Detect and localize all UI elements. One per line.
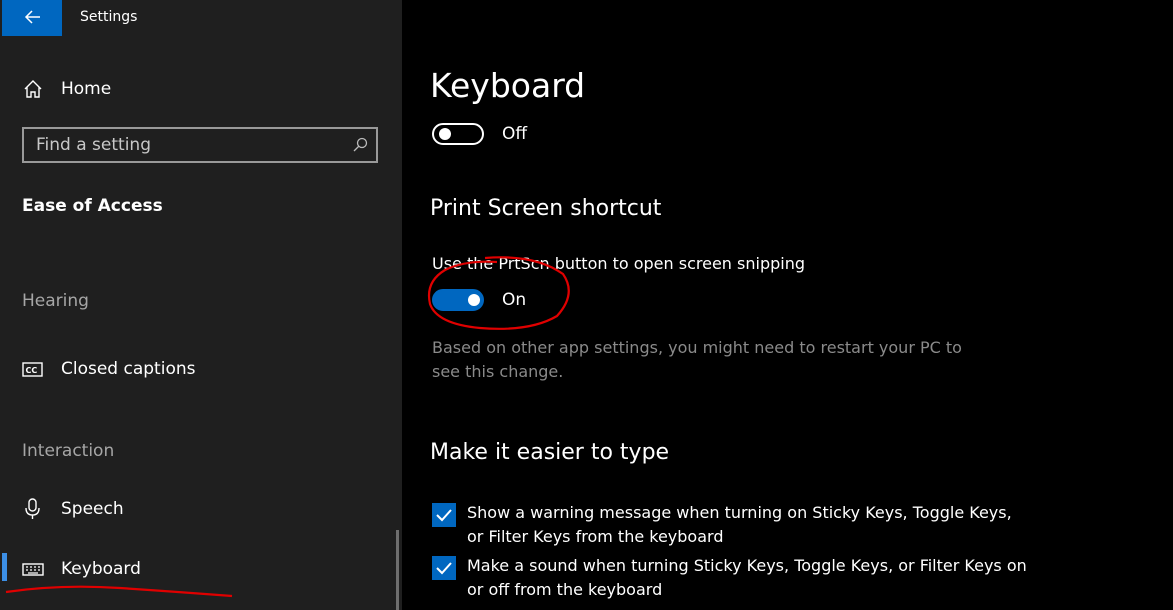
- window-title: Settings: [80, 9, 138, 25]
- print-screen-description: Use the PrtScn button to open screen sni…: [432, 254, 805, 273]
- keyboard-icon: [22, 558, 44, 580]
- restart-note: Based on other app settings, you might n…: [432, 338, 962, 381]
- print-screen-heading: Print Screen shortcut: [430, 196, 662, 221]
- sound-checkbox[interactable]: [432, 556, 456, 580]
- search-icon[interactable]: [352, 137, 368, 157]
- sidebar-scrollbar[interactable]: [396, 530, 399, 610]
- print-screen-toggle-state: On: [502, 290, 527, 310]
- microphone-icon: [22, 498, 44, 520]
- keyboard-toggle[interactable]: [432, 123, 484, 145]
- checkmark-icon: [436, 562, 452, 575]
- page-title: Keyboard: [430, 66, 586, 105]
- sidebar-item-label: Speech: [61, 499, 124, 519]
- sidebar-item-speech[interactable]: Speech: [0, 489, 398, 529]
- closed-captions-icon: CC: [22, 358, 44, 380]
- warning-message-label: Show a warning message when turning on S…: [467, 503, 1012, 546]
- sidebar-item-home[interactable]: Home: [0, 69, 398, 109]
- print-screen-toggle[interactable]: [432, 289, 484, 311]
- back-button[interactable]: [2, 0, 62, 36]
- search-input[interactable]: [36, 135, 336, 155]
- title-bar: Settings: [0, 0, 402, 36]
- group-label-hearing: Hearing: [22, 291, 89, 311]
- keyboard-toggle-state: Off: [502, 124, 528, 144]
- toggle-knob: [439, 128, 451, 140]
- search-field[interactable]: [22, 127, 378, 163]
- home-icon: [22, 78, 44, 100]
- sidebar-item-label: Keyboard: [61, 559, 141, 579]
- settings-content: Keyboard Off Print Screen shortcut Use t…: [402, 0, 1173, 610]
- settings-sidebar: Settings Home Ease of Access Hearing CC …: [0, 0, 402, 610]
- group-label-interaction: Interaction: [22, 441, 115, 461]
- warning-message-checkbox[interactable]: [432, 503, 456, 527]
- checkmark-icon: [436, 509, 452, 522]
- sidebar-item-closed-captions[interactable]: CC Closed captions: [0, 349, 398, 389]
- sound-label: Make a sound when turning Sticky Keys, T…: [467, 556, 1027, 599]
- svg-text:CC: CC: [26, 366, 38, 375]
- sidebar-item-label: Closed captions: [61, 359, 196, 379]
- back-arrow-icon: [24, 10, 40, 24]
- sidebar-item-label: Home: [61, 79, 112, 99]
- toggle-knob: [468, 294, 480, 306]
- section-title: Ease of Access: [22, 196, 163, 216]
- easier-to-type-heading: Make it easier to type: [430, 440, 670, 465]
- red-underline-annotation: [5, 585, 233, 598]
